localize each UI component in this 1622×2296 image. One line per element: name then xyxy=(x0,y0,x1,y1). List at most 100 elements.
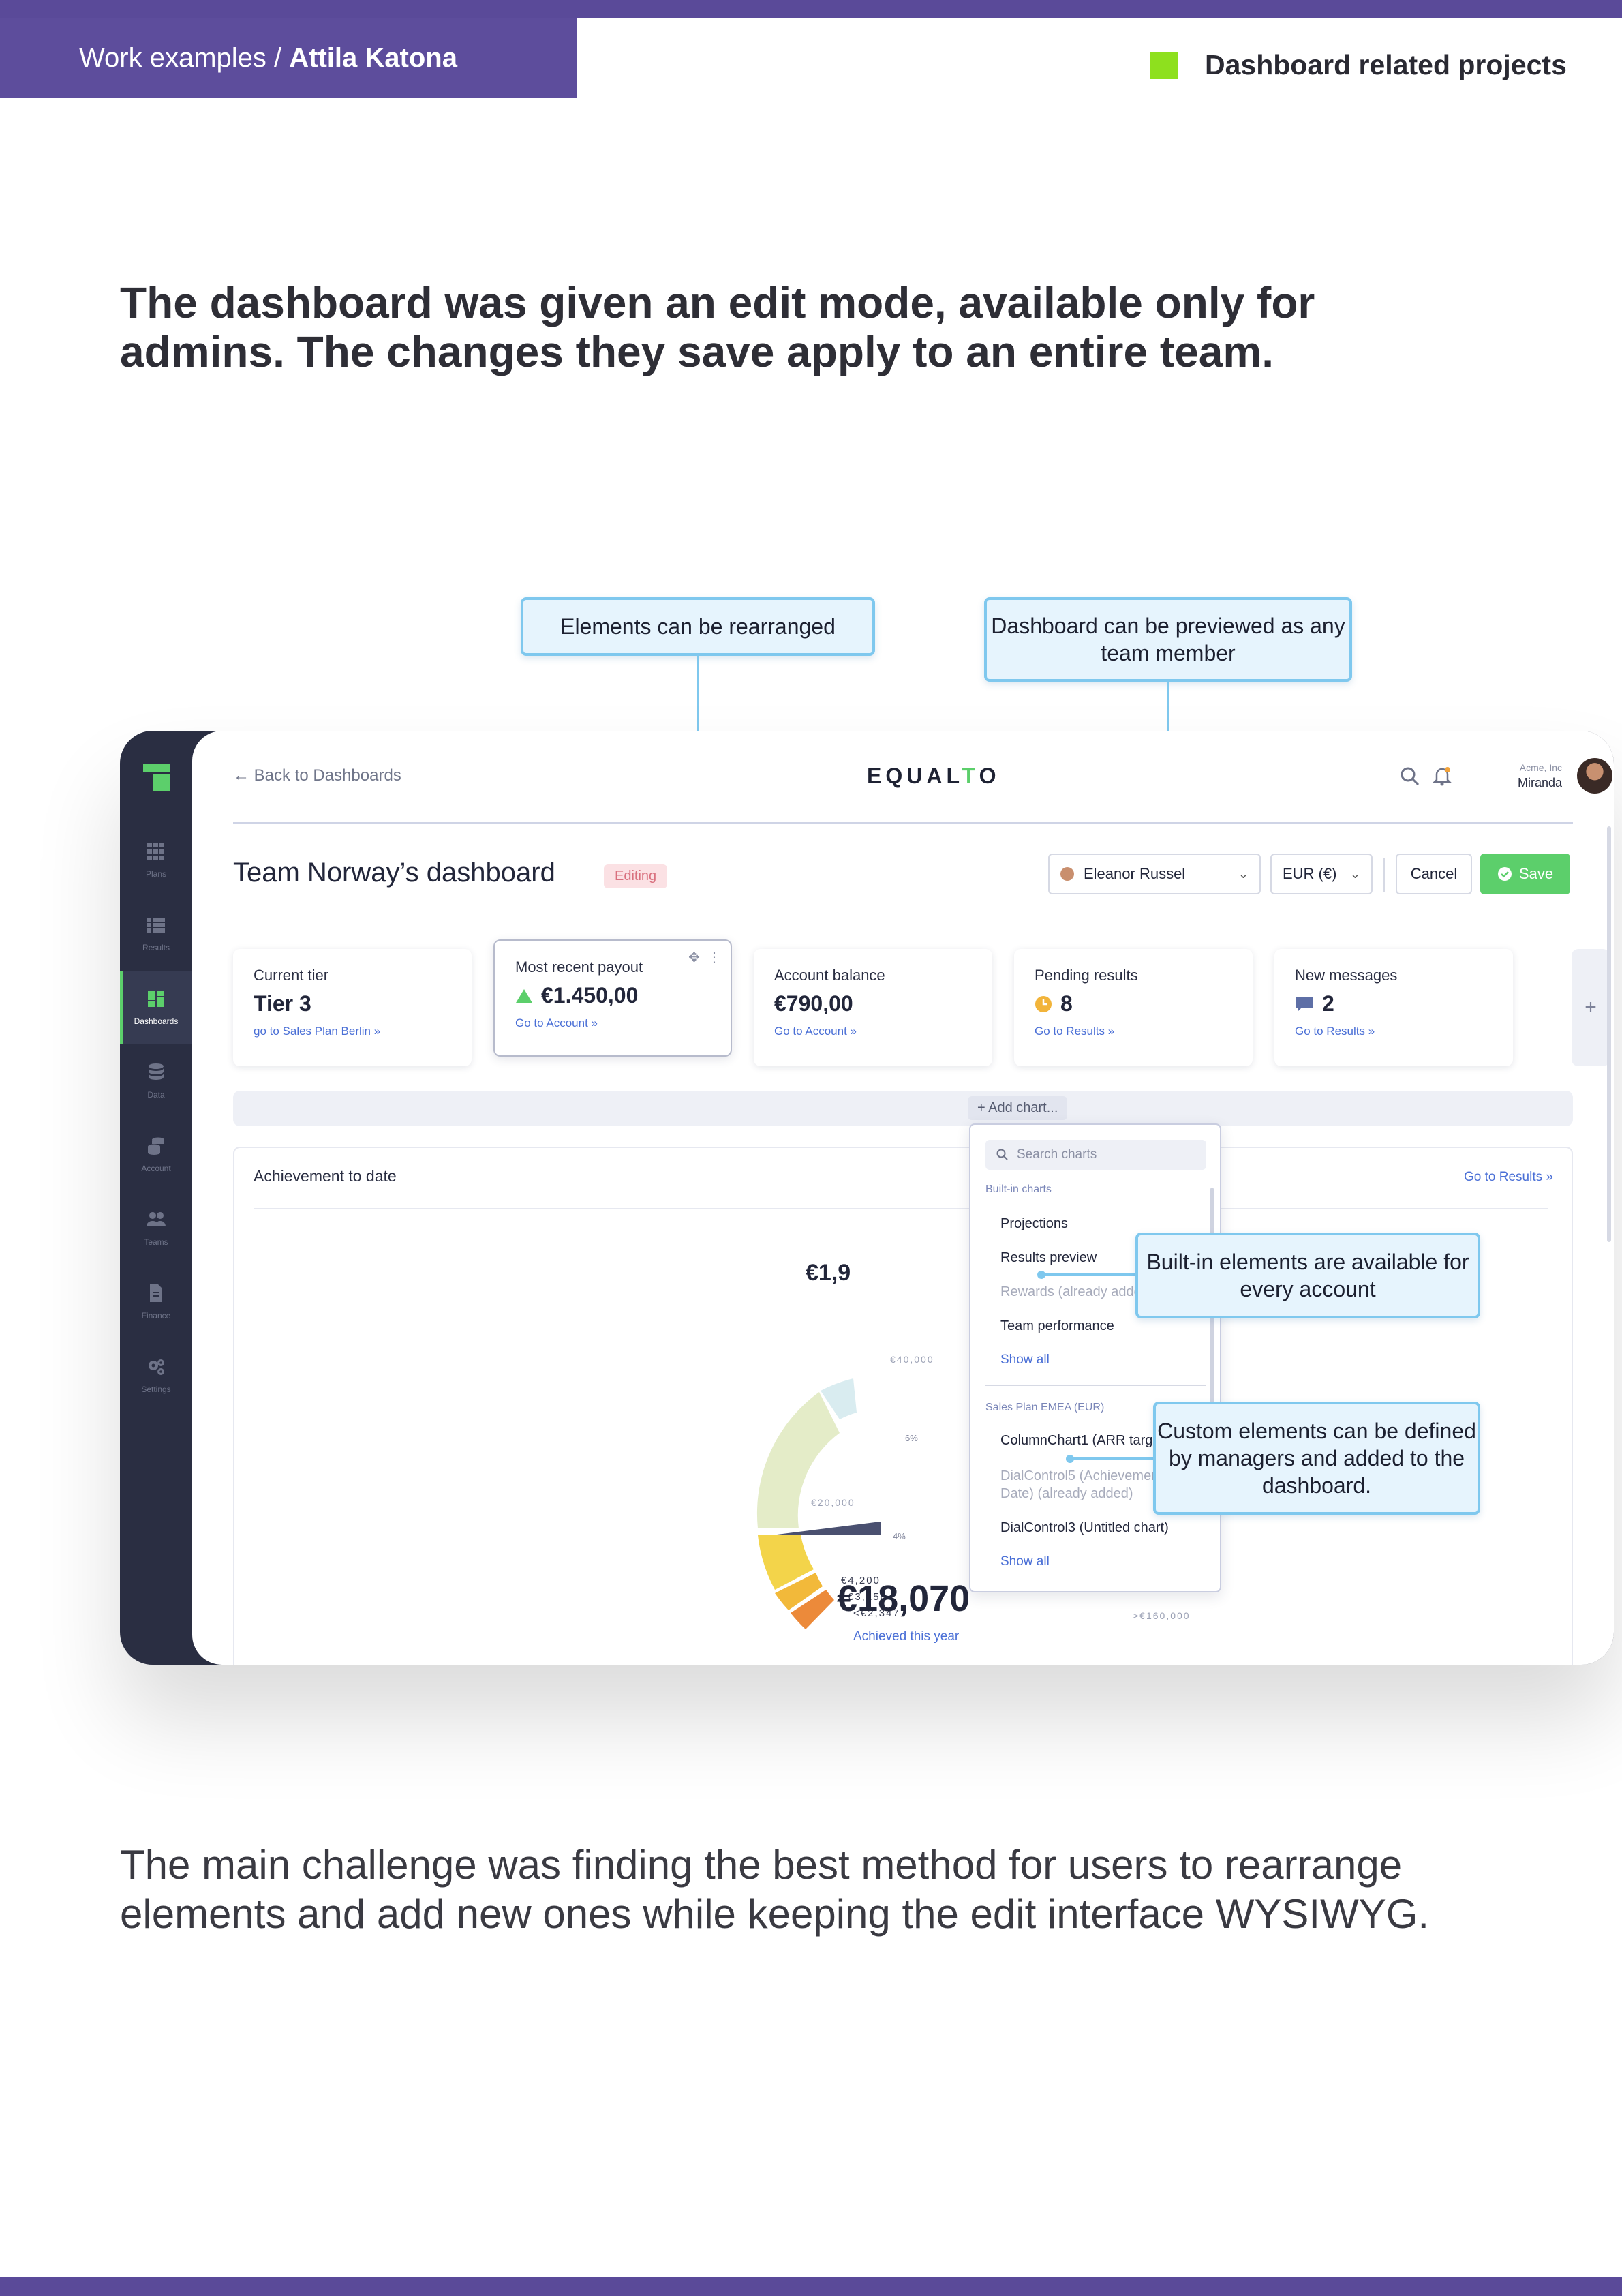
app-logo-icon xyxy=(143,764,170,791)
gears-icon xyxy=(149,1359,164,1375)
sidebar-item-plans[interactable]: Plans xyxy=(120,824,192,897)
header-divider xyxy=(233,822,1573,824)
sidebar-item-label: Finance xyxy=(141,1311,171,1320)
add-card-button[interactable]: + xyxy=(1572,949,1610,1066)
sidebar-item-finance[interactable]: Finance xyxy=(120,1265,192,1339)
user-name: Miranda xyxy=(1517,776,1562,789)
app-screen: ← Back to Dashboards EQUALTO Acme, Inc M… xyxy=(192,731,1614,1665)
brand-text-right: O xyxy=(979,764,1000,788)
member-select[interactable]: Eleanor Russel ⌄ xyxy=(1048,854,1261,894)
arrow-left-icon: ← xyxy=(233,766,249,785)
gauge-percent: 4% xyxy=(893,1531,906,1541)
card-pending-results[interactable]: Pending results 8 Go to Results » xyxy=(1014,949,1253,1066)
currency-select[interactable]: EUR (€) ⌄ xyxy=(1270,854,1373,894)
callout-builtin: Built-in elements are available for ever… xyxy=(1135,1233,1480,1318)
card-link[interactable]: go to Sales Plan Berlin » xyxy=(254,1025,451,1038)
card-link[interactable]: Go to Results » xyxy=(1035,1025,1232,1038)
chevron-down-icon: ⌄ xyxy=(1238,866,1249,881)
brand-logo: EQUALTO xyxy=(867,764,1000,789)
sidebar-item-label: Plans xyxy=(145,869,167,879)
member-select-value: Eleanor Russel xyxy=(1084,865,1186,882)
dashboard-icon xyxy=(148,991,164,1007)
search-icon xyxy=(996,1149,1008,1160)
sidebar-item-label: Settings xyxy=(141,1385,171,1394)
dropdown-section-builtin: Built-in charts xyxy=(985,1183,1052,1195)
gauge-tick: >€160,000 xyxy=(1133,1610,1191,1621)
add-chart-bar xyxy=(233,1091,1573,1126)
sidebar-item-account[interactable]: Account xyxy=(120,1118,192,1192)
top-accent-bar xyxy=(0,0,1622,18)
card-label: Current tier xyxy=(254,967,329,984)
achievement-top-value: €1,9 xyxy=(806,1260,851,1286)
dropdown-item-team-performance[interactable]: Team performance xyxy=(1000,1318,1114,1334)
coins-icon xyxy=(148,1137,164,1155)
sidebar-item-dashboards[interactable]: Dashboards xyxy=(120,971,192,1044)
clock-icon xyxy=(1035,995,1052,1012)
app-window: Plans Results Dashboards Data Account Te… xyxy=(120,731,1614,1665)
back-label: Back to Dashboards xyxy=(254,766,401,785)
card-label: Pending results xyxy=(1035,967,1138,984)
bottom-accent-bar xyxy=(0,2277,1622,2296)
project-square-icon xyxy=(1150,52,1178,79)
sidebar-item-teams[interactable]: Teams xyxy=(120,1192,192,1265)
dropdown-item-results-preview[interactable]: Results preview xyxy=(1000,1250,1097,1266)
achievement-link[interactable]: Go to Results » xyxy=(1464,1170,1553,1185)
sidebar-item-data[interactable]: Data xyxy=(120,1044,192,1118)
card-label: Account balance xyxy=(774,967,885,984)
bell-icon[interactable] xyxy=(1431,765,1453,787)
page-scrollbar[interactable] xyxy=(1607,826,1611,1242)
dropdown-item-dialcontrol3[interactable]: DialControl3 (Untitled chart) xyxy=(1000,1520,1169,1536)
people-icon xyxy=(147,1212,166,1226)
card-account-balance[interactable]: Account balance €790,00 Go to Account » xyxy=(754,949,992,1066)
add-chart-button[interactable]: + Add chart... xyxy=(968,1096,1068,1120)
breadcrumb-author: Attila Katona xyxy=(289,42,457,73)
card-current-tier[interactable]: Current tier Tier 3 go to Sales Plan Ber… xyxy=(233,949,472,1066)
back-to-dashboards-link[interactable]: ← Back to Dashboards xyxy=(233,766,401,785)
card-value: €790,00 xyxy=(774,991,853,1016)
search-icon[interactable] xyxy=(1400,766,1420,787)
achievement-subtitle: Achieved this year xyxy=(853,1629,960,1644)
save-button[interactable]: Save xyxy=(1480,854,1570,894)
sidebar-item-label: Results xyxy=(142,943,170,952)
chart-search-input[interactable]: Search charts xyxy=(985,1140,1206,1170)
sidebar-item-label: Account xyxy=(141,1164,171,1173)
toolbar-divider xyxy=(1383,858,1385,892)
card-label: Most recent payout xyxy=(515,958,643,976)
sidebar-item-results[interactable]: Results xyxy=(120,897,192,971)
currency-select-value: EUR (€) xyxy=(1283,865,1337,882)
gauge-tick: €40,000 xyxy=(890,1354,934,1365)
card-most-recent-payout[interactable]: ✥ ⋮ Most recent payout €1.450,00 Go to A… xyxy=(493,939,732,1057)
move-icon[interactable]: ✥ xyxy=(688,950,700,965)
card-link[interactable]: Go to Account » xyxy=(774,1025,972,1038)
avatar[interactable] xyxy=(1577,758,1612,794)
dropdown-item-columnchart1[interactable]: ColumnChart1 (ARR targets) xyxy=(1000,1433,1176,1449)
save-label: Save xyxy=(1518,865,1554,882)
dropdown-show-all-builtin[interactable]: Show all xyxy=(1000,1353,1050,1368)
callout-rearrange: Elements can be rearranged xyxy=(521,597,875,656)
more-vertical-icon[interactable]: ⋮ xyxy=(707,950,721,965)
card-value: 8 xyxy=(1060,991,1073,1016)
triangle-up-icon xyxy=(516,988,532,1003)
card-new-messages[interactable]: New messages 2 Go to Results » xyxy=(1274,949,1513,1066)
achievement-value: €18,070 xyxy=(837,1578,970,1619)
card-link[interactable]: Go to Account » xyxy=(515,1016,710,1030)
gauge-segment-green xyxy=(756,1392,840,1528)
card-label: New messages xyxy=(1295,967,1398,984)
sidebar-item-settings[interactable]: Settings xyxy=(120,1339,192,1413)
cancel-button[interactable]: Cancel xyxy=(1396,854,1472,894)
list-icon xyxy=(147,918,165,933)
dropdown-show-all-custom[interactable]: Show all xyxy=(1000,1554,1050,1569)
callout-builtin-line xyxy=(1043,1273,1137,1276)
dropdown-item-projections[interactable]: Projections xyxy=(1000,1216,1068,1232)
gauge-tick: €20,000 xyxy=(811,1497,855,1508)
grid-icon xyxy=(147,843,164,860)
document-icon xyxy=(150,1284,162,1302)
org-name: Acme, Inc xyxy=(1519,762,1562,773)
body-paragraph: The main challenge was finding the best … xyxy=(120,1842,1430,1937)
brand-text-left: EQUAL xyxy=(867,764,962,788)
dropdown-item-dialcontrol5-line2: Date) (already added) xyxy=(1000,1486,1133,1501)
add-chart-dropdown: Search charts Built-in charts Projection… xyxy=(969,1123,1221,1592)
project-label: Dashboard related projects xyxy=(1205,49,1567,80)
card-link[interactable]: Go to Results » xyxy=(1295,1025,1493,1038)
editing-badge: Editing xyxy=(604,864,668,888)
